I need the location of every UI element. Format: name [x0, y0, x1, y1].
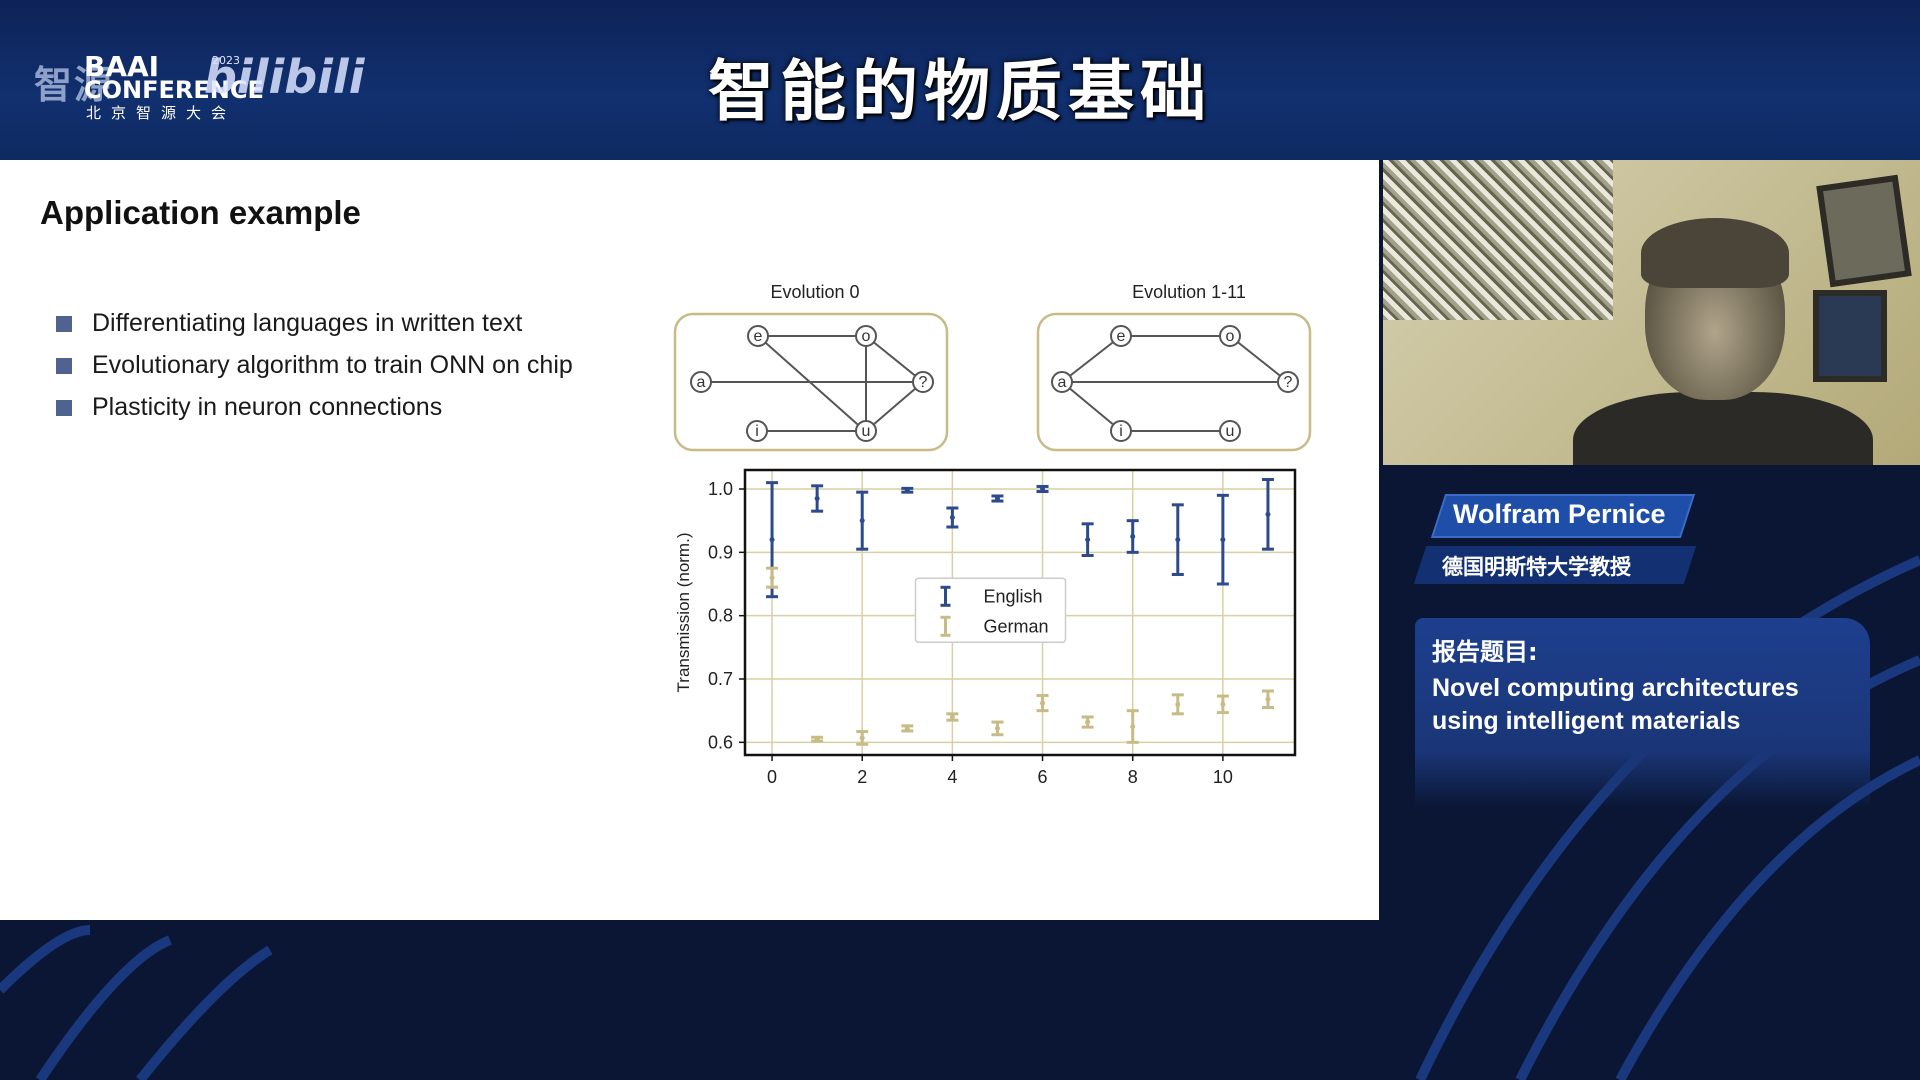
wall-painting [1383, 160, 1613, 320]
wall-frame [1816, 174, 1912, 288]
bullet-list: Differentiating languages in written tex… [56, 306, 576, 432]
data-point-english [814, 496, 820, 501]
diagram-right-edges [1061, 335, 1289, 432]
bilibili-logo: bilibili [204, 50, 365, 104]
x-tick-label: 8 [1128, 767, 1138, 787]
bullet-item: Evolutionary algorithm to train ONN on c… [56, 348, 576, 383]
y-tick-label: 1.0 [708, 479, 733, 499]
node-label: a [697, 374, 706, 391]
data-point-german [1220, 701, 1226, 707]
node-label: a [1058, 374, 1067, 391]
transmission-chart: 02468100.60.70.80.91.0EvolutionTransmiss… [674, 468, 1297, 787]
logo-subtitle-text: 北京智源大会 [86, 104, 237, 122]
speaker-hair [1641, 218, 1789, 288]
y-tick-label: 0.9 [708, 542, 733, 562]
data-point-german [1040, 700, 1046, 706]
node-label: o [862, 328, 871, 345]
diagram-right-nodes: e o a ? i u [1051, 325, 1299, 442]
data-point-german [859, 735, 865, 741]
speaker-body [1573, 392, 1873, 465]
node-label: o [1226, 328, 1235, 345]
y-tick-label: 0.8 [708, 606, 733, 626]
node-label: u [1226, 423, 1235, 440]
data-point-english [859, 518, 865, 524]
session-title: 智能的物质基础 [708, 53, 1212, 130]
data-point-english [1040, 486, 1046, 492]
bullet-marker-icon [56, 316, 72, 332]
node-label: e [1117, 328, 1126, 345]
data-point-english [949, 515, 955, 520]
bullet-text: Evolutionary algorithm to train ONN on c… [92, 351, 573, 379]
diagram-left-edges [701, 335, 924, 432]
data-point-german [949, 714, 955, 720]
bullet-item: Differentiating languages in written tex… [56, 306, 576, 341]
speaker-camera-feed [1383, 160, 1920, 465]
bullet-text: Plasticity in neuron connections [92, 393, 443, 421]
node-label: ? [1284, 374, 1293, 391]
data-point-english [1265, 511, 1271, 517]
data-point-english [1220, 537, 1226, 543]
data-point-english [1175, 537, 1181, 543]
data-point-english [1085, 537, 1091, 543]
data-point-german [1175, 701, 1181, 707]
data-point-english [904, 487, 910, 493]
event-header: 智源 BAAI CONFERENCE 北京智源大会 2023 bilibili … [0, 0, 1920, 160]
talk-label: 报告题目: [1432, 638, 1538, 666]
diagram-left-label: Evolution 0 [770, 282, 859, 302]
data-point-english [769, 537, 775, 543]
data-point-german [1265, 696, 1271, 702]
node-label: e [754, 328, 763, 345]
data-point-german [1085, 719, 1091, 725]
bullet-text: Differentiating languages in written tex… [92, 309, 523, 337]
presentation-slide: Application example Differentiating lang… [0, 160, 1379, 920]
data-point-german [1130, 724, 1136, 729]
x-tick-label: 10 [1213, 767, 1233, 787]
node-label: i [755, 423, 759, 440]
bullet-marker-icon [56, 400, 72, 416]
x-tick-label: 4 [947, 767, 957, 787]
bullet-item: Plasticity in neuron connections [56, 390, 576, 425]
x-tick-label: 0 [767, 767, 777, 787]
node-label: ? [919, 374, 928, 391]
data-point-english [1130, 534, 1136, 539]
legend-label: English [984, 586, 1043, 606]
node-label: i [1119, 423, 1123, 440]
speaker-name: Wolfram Pernice [1453, 499, 1666, 529]
speaker-affiliation: 德国明斯特大学教授 [1442, 555, 1631, 579]
y-tick-label: 0.7 [708, 669, 733, 689]
data-point-german [994, 725, 1000, 731]
node-label: u [862, 423, 871, 440]
talk-title: Novel computing architectures using inte… [1432, 674, 1799, 735]
data-point-german [814, 736, 820, 742]
x-tick-label: 6 [1038, 767, 1048, 787]
conference-logo: 智源 BAAI CONFERENCE 北京智源大会 2023 bilibili [34, 48, 364, 122]
data-point-german [769, 575, 775, 581]
wall-frame [1813, 290, 1887, 382]
diagram-right-label: Evolution 1-11 [1132, 282, 1246, 302]
slide-title: Application example [40, 194, 361, 231]
legend-label: German [984, 616, 1049, 636]
y-tick-label: 0.6 [708, 732, 733, 752]
bullet-marker-icon [56, 358, 72, 374]
x-tick-label: 2 [857, 767, 867, 787]
y-axis-label: Transmission (norm.) [674, 533, 693, 693]
data-point-english [994, 496, 1000, 501]
data-point-german [904, 725, 910, 731]
